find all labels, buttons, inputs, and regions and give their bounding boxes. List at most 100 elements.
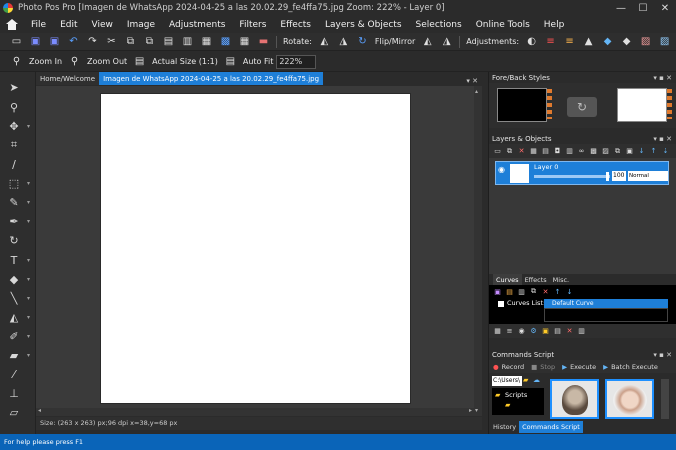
layer-group-icon[interactable]: ▥ <box>565 147 574 156</box>
stamp-tool-icon[interactable]: ⊥ <box>6 386 22 400</box>
scroll-up-icon[interactable]: ▴ <box>475 88 478 95</box>
flip-vertical-icon[interactable]: ◭ <box>421 36 434 48</box>
menu-help[interactable]: Help <box>537 20 572 30</box>
layer-fx-icon[interactable]: ▩ <box>589 147 598 156</box>
tool-caret-icon[interactable]: ▾ <box>27 333 30 340</box>
tab-curves[interactable]: Curves <box>493 274 522 285</box>
scripts-folder[interactable]: Scripts <box>505 391 527 399</box>
layer-down-icon[interactable]: ↓ <box>637 147 646 156</box>
opacity-slider-handle[interactable] <box>606 172 609 181</box>
curve-copy-icon[interactable]: ⧉ <box>529 287 538 296</box>
curve-open-icon[interactable]: ▤ <box>505 287 514 296</box>
layer-visibility-icon[interactable]: ◉ <box>498 165 505 174</box>
curve-up-icon[interactable]: ↑ <box>553 287 562 296</box>
curve-preview-icon[interactable]: ▤ <box>553 327 562 336</box>
save-icon[interactable]: ▣ <box>29 36 42 48</box>
landscape-icon[interactable]: ▨ <box>658 36 671 48</box>
scroll-down-icon[interactable]: ▾ <box>475 407 478 414</box>
curve-lines-icon[interactable]: ≡ <box>505 327 514 336</box>
menu-filters[interactable]: Filters <box>232 20 273 30</box>
back-options-strip[interactable] <box>667 89 672 119</box>
brush-tool-icon[interactable]: ✐ <box>6 329 22 343</box>
zoom-out-button[interactable]: Zoom Out <box>87 57 127 66</box>
curve-delete-icon[interactable]: ✕ <box>541 287 550 296</box>
menu-adjustments[interactable]: Adjustments <box>162 20 232 30</box>
menu-online-tools[interactable]: Online Tools <box>469 20 537 30</box>
rotate-left-icon[interactable]: ◭ <box>318 36 331 48</box>
menu-image[interactable]: Image <box>120 20 162 30</box>
duplicate-layer-icon[interactable]: ⧉ <box>505 147 514 156</box>
menu-edit[interactable]: Edit <box>53 20 84 30</box>
tool-caret-icon[interactable]: ▾ <box>27 276 30 283</box>
thumbnails-scrollbar[interactable] <box>661 379 669 419</box>
batch-execute-icon[interactable]: ▶ <box>603 363 608 371</box>
menu-layers-objects[interactable]: Layers & Objects <box>318 20 409 30</box>
line-tool-icon[interactable]: ╲ <box>6 291 22 305</box>
tool-caret-icon[interactable]: ▾ <box>27 199 30 206</box>
save-as-icon[interactable]: ▣ <box>48 36 61 48</box>
crop-tool-icon[interactable]: ⌗ <box>6 138 22 152</box>
layer-copy-icon[interactable]: ⧉ <box>613 147 622 156</box>
image-canvas[interactable] <box>101 94 410 403</box>
color-balance-icon[interactable]: ≡ <box>544 36 557 48</box>
tool-caret-icon[interactable]: ▾ <box>27 218 30 225</box>
foreground-swatch[interactable] <box>497 88 547 122</box>
zoom-in-button[interactable]: Zoom In <box>29 57 62 66</box>
tab-document[interactable]: Imagen de WhatsApp 2024-04-25 a las 20.0… <box>99 72 324 85</box>
curve-edit-icon[interactable]: ▦ <box>493 327 502 336</box>
curves-listbox[interactable] <box>544 308 668 322</box>
home-icon[interactable] <box>6 19 18 30</box>
fore-options-strip[interactable] <box>547 89 552 119</box>
stop-icon[interactable]: ■ <box>531 363 537 371</box>
move-tool-icon[interactable]: ✥ <box>6 119 22 133</box>
curve-point-icon[interactable]: ◉ <box>517 327 526 336</box>
copy-icon[interactable]: ⧉ <box>124 36 137 48</box>
new-file-icon[interactable]: ▭ <box>10 36 23 48</box>
stop-button[interactable]: Stop <box>540 363 555 371</box>
image-size-icon[interactable]: ▦ <box>200 36 213 48</box>
flip-horizontal-icon[interactable]: ◮ <box>440 36 453 48</box>
sharpen-icon[interactable]: ◆ <box>601 36 614 48</box>
maximize-button[interactable]: ☐ <box>632 0 654 16</box>
rotate-right-icon[interactable]: ◮ <box>337 36 350 48</box>
tab-effects[interactable]: Effects <box>522 274 550 285</box>
auto-fit-icon[interactable]: ▤ <box>224 56 237 68</box>
straighten-tool-icon[interactable]: ∕ <box>6 157 22 171</box>
paint-bucket-icon[interactable]: ◭ <box>6 310 22 324</box>
actual-size-icon[interactable]: ▤ <box>133 56 146 68</box>
layer-flatten-icon[interactable]: ▨ <box>601 147 610 156</box>
merge-layer-icon[interactable]: ▦ <box>529 147 538 156</box>
execute-button[interactable]: Execute <box>570 363 596 371</box>
cloud-icon[interactable]: ☁ <box>533 376 540 384</box>
record-icon[interactable]: ● <box>493 363 499 371</box>
tool-caret-icon[interactable]: ▾ <box>27 123 30 130</box>
menu-effects[interactable]: Effects <box>273 20 318 30</box>
undo-icon[interactable]: ↶ <box>67 36 80 48</box>
crop-image-icon[interactable]: ▬ <box>257 36 270 48</box>
curve-reset-icon[interactable]: ✕ <box>565 327 574 336</box>
blend-mode-select[interactable]: Normal <box>628 171 668 181</box>
cut-icon[interactable]: ✂ <box>105 36 118 48</box>
canvas-size-icon[interactable]: ▩ <box>219 36 232 48</box>
magic-wand-icon[interactable]: ✎ <box>6 195 22 209</box>
brightness-contrast-icon[interactable]: ◐ <box>525 36 538 48</box>
tool-caret-icon[interactable]: ▾ <box>27 295 30 302</box>
paste-icon[interactable]: ▤ <box>162 36 175 48</box>
layer-row[interactable]: ◉ Layer 0 100 Normal <box>495 161 669 185</box>
layer-bottom-icon[interactable]: ⇣ <box>661 147 670 156</box>
tab-commands-script[interactable]: Commands Script <box>519 421 583 433</box>
tool-caret-icon[interactable]: ▾ <box>27 352 30 359</box>
layer-link-icon[interactable]: ∞ <box>577 147 586 156</box>
pen-tool-icon[interactable]: ✒ <box>6 214 22 228</box>
record-button[interactable]: Record <box>502 363 524 371</box>
minimize-button[interactable]: — <box>610 0 632 16</box>
shape-tool-icon[interactable]: ◆ <box>6 272 22 286</box>
tab-history[interactable]: History <box>490 421 519 433</box>
auto-levels-icon[interactable]: ◆ <box>620 36 633 48</box>
tab-home-welcome[interactable]: Home/Welcome <box>36 72 100 85</box>
paste-new-icon[interactable]: ▥ <box>181 36 194 48</box>
delete-layer-icon[interactable]: ✕ <box>517 147 526 156</box>
text-tool-icon[interactable]: T <box>6 253 22 267</box>
tool-caret-icon[interactable]: ▾ <box>27 180 30 187</box>
hue-saturation-icon[interactable]: ≡ <box>563 36 576 48</box>
